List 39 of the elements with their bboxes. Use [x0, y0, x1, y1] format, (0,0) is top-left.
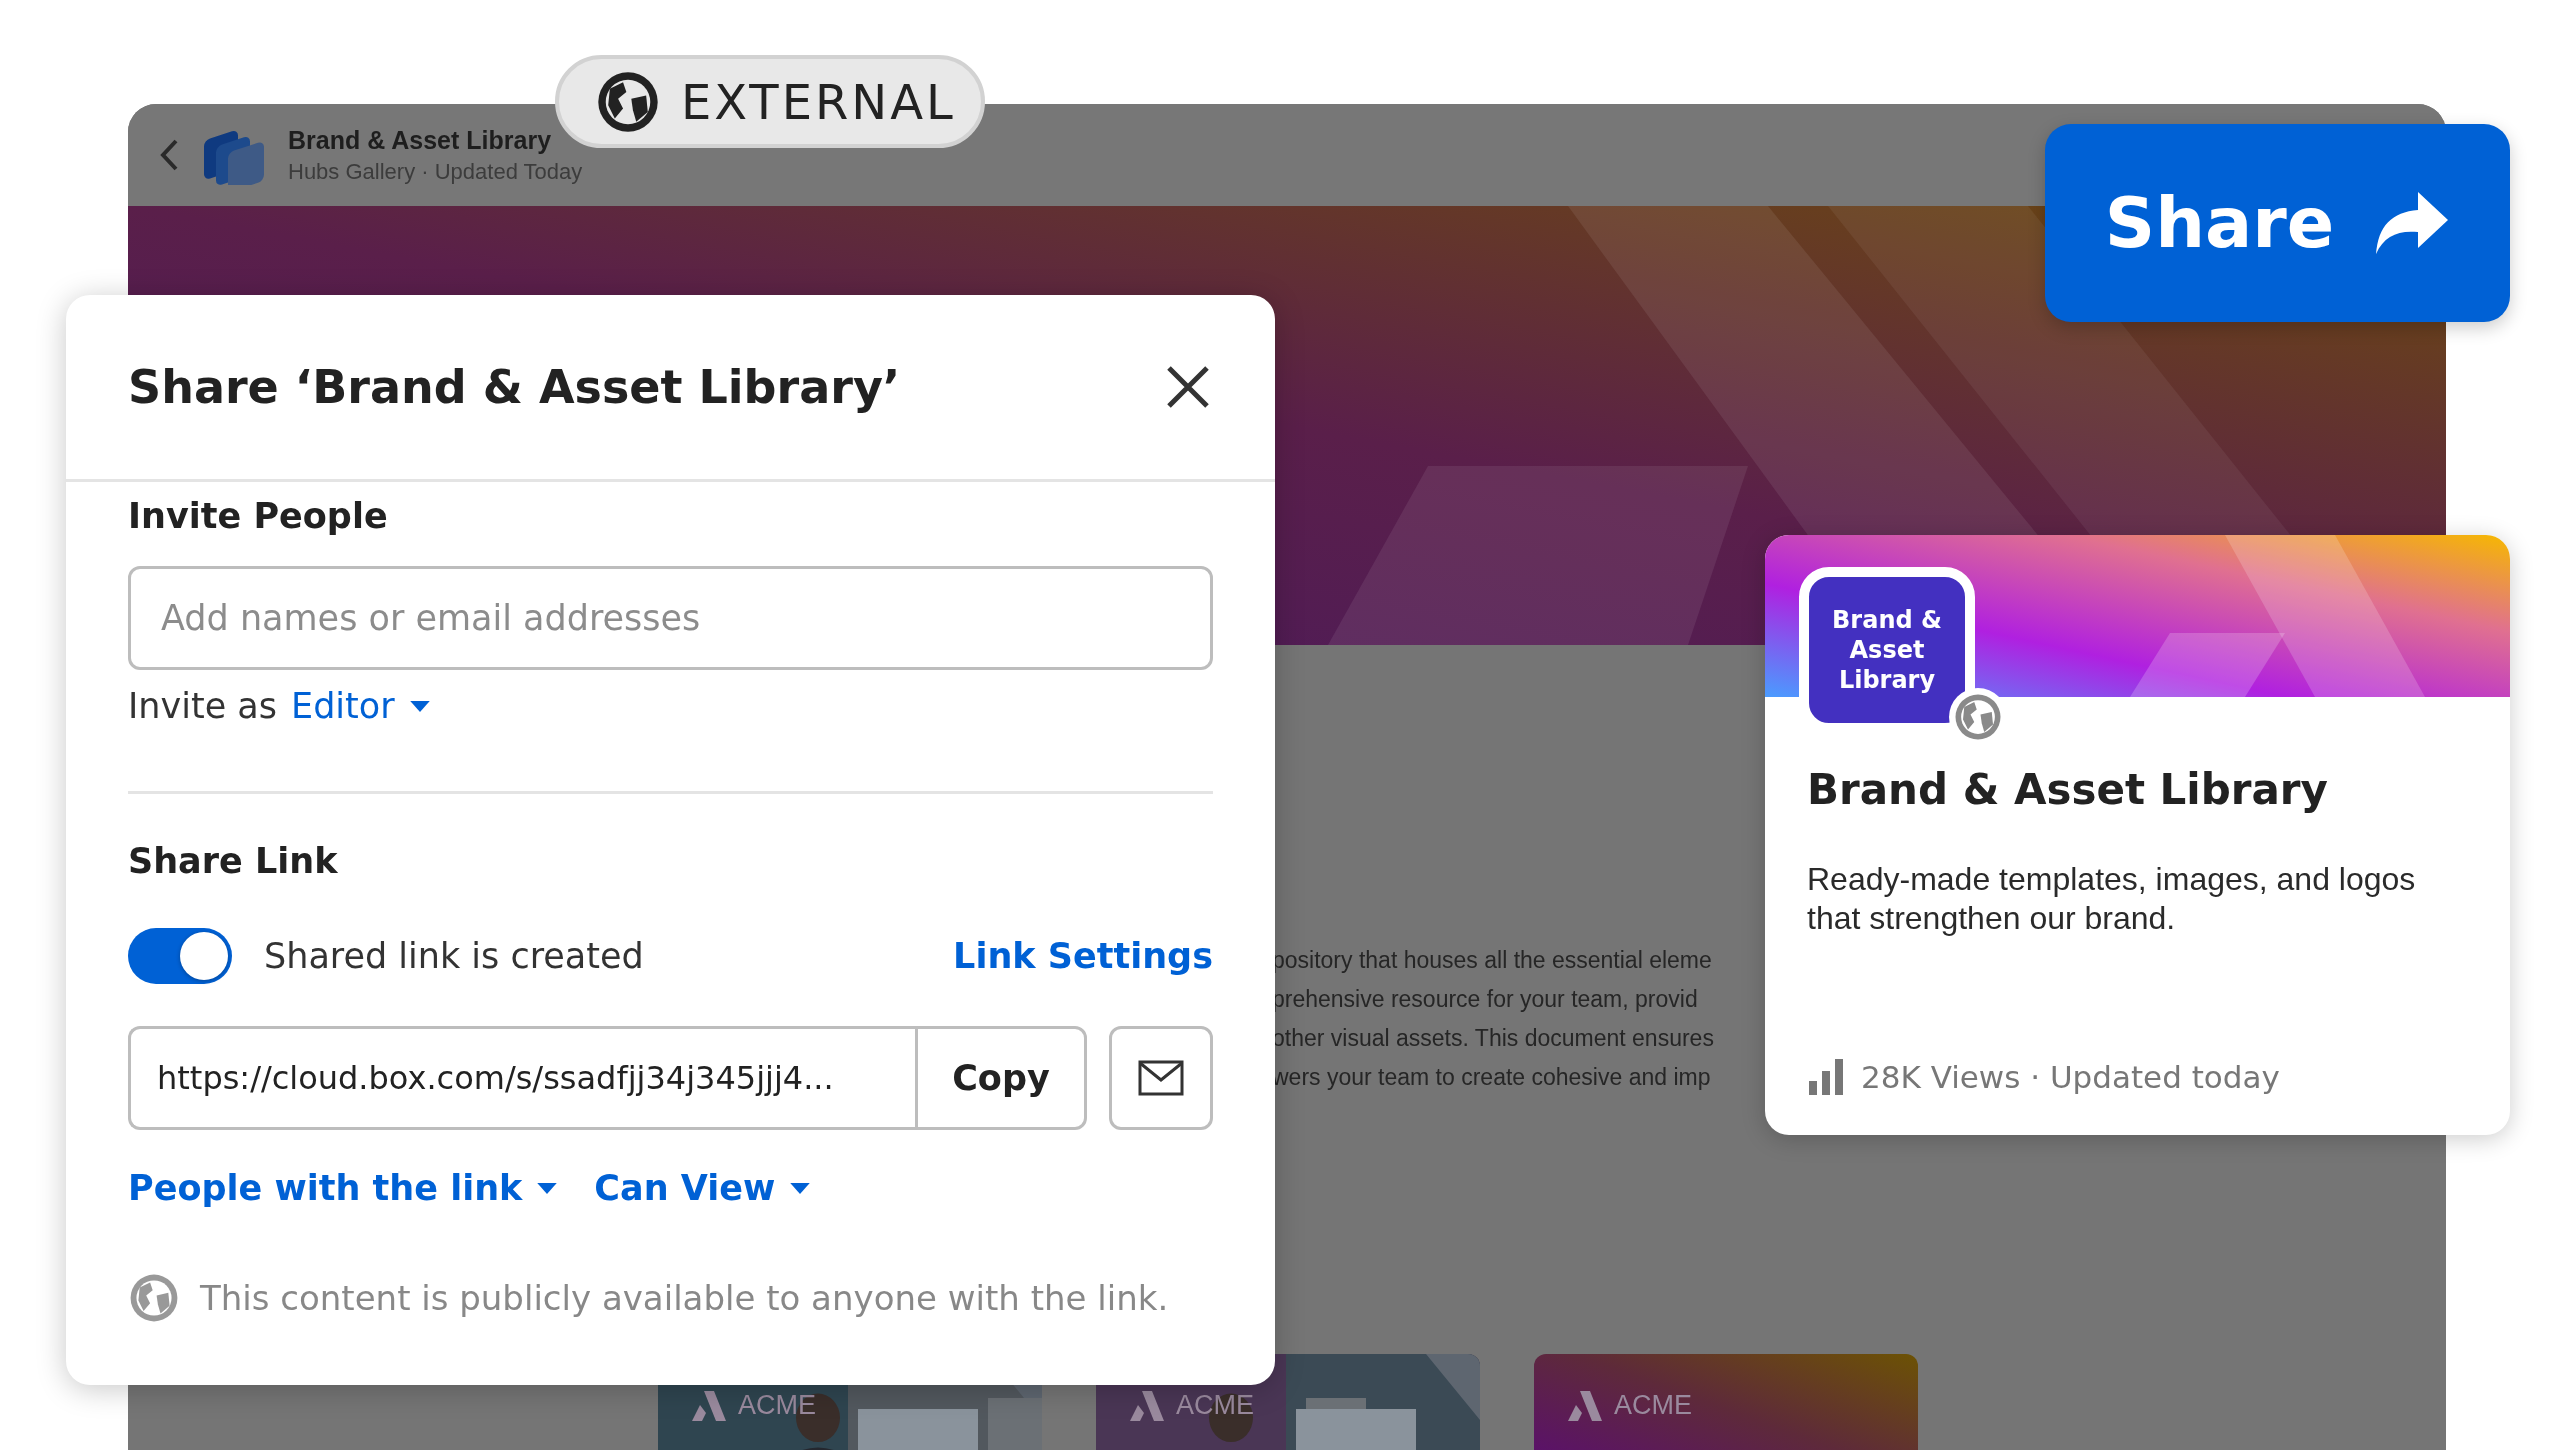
link-field[interactable]: https://cloud.box.com/s/ssadfjj34j345jjj4...	[128, 1026, 915, 1130]
section-heading: Share Link	[128, 841, 339, 881]
logo-icon	[1568, 1390, 1602, 1421]
tile-text: Brand & Asset Library	[1831, 605, 1943, 695]
copy-button[interactable]: Copy	[915, 1026, 1087, 1130]
invite-field[interactable]: Add names or email addresses	[128, 566, 1213, 670]
permission-dropdown[interactable]: Can View	[594, 1168, 812, 1208]
back-icon[interactable]	[158, 138, 180, 172]
link-toggle[interactable]	[128, 928, 232, 984]
toggle-label: Shared link is created	[264, 936, 645, 976]
page-title: Brand & Asset Library	[288, 125, 553, 155]
card-title: Brand & Asset Library	[1807, 765, 2329, 814]
description-line: pository that houses all the essential eleme	[1272, 946, 1712, 975]
badge-label: EXTERNAL	[681, 73, 956, 130]
logo-text: ACME	[1614, 1390, 1692, 1421]
mail-icon	[1138, 1060, 1184, 1096]
caret-icon	[408, 699, 431, 713]
caret-icon	[536, 1181, 559, 1195]
bar-chart-icon	[1807, 1059, 1845, 1095]
dialog-title: Share ‘Brand & Asset Library’	[128, 360, 901, 414]
logo-text: ACME	[738, 1390, 816, 1421]
email-button[interactable]	[1109, 1026, 1213, 1130]
link-settings-link[interactable]: Link Settings	[953, 936, 1213, 976]
page-subtitle: Hubs Gallery · Updated Today	[288, 158, 583, 185]
notice-text: This content is publicly available to anyone with the link.	[200, 1278, 1169, 1318]
caret-icon	[789, 1181, 812, 1195]
share-button[interactable]: Share	[2045, 124, 2510, 322]
logo-text: ACME	[1176, 1390, 1254, 1421]
logo-icon	[692, 1390, 726, 1421]
role-dropdown[interactable]: Editor	[291, 686, 431, 726]
logo-icon	[1130, 1390, 1164, 1421]
card-stats: 28K Views · Updated today	[1861, 1059, 2280, 1095]
description-line: prehensive resource for your team, provid	[1272, 985, 1698, 1014]
globe-icon	[1953, 692, 2003, 742]
globe-icon	[128, 1272, 180, 1324]
card-description: Ready-made templates, images, and logos that strengthen our brand.	[1807, 860, 2417, 938]
section-heading: Invite People	[128, 496, 389, 536]
invite-as-label: Invite as	[128, 686, 277, 726]
audience-dropdown[interactable]: People with the link	[128, 1168, 559, 1208]
